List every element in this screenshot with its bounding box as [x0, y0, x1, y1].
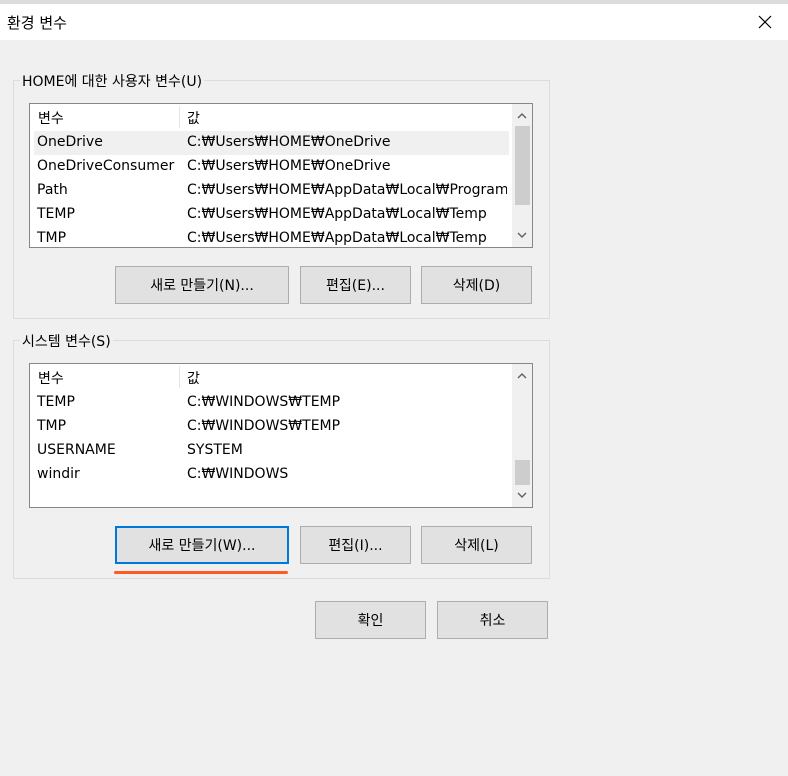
column-header-value[interactable]: 값	[187, 368, 200, 388]
table-row[interactable]: TEMP C:₩WINDOWS₩TEMP	[34, 391, 509, 415]
table-row[interactable]: OneDrive C:₩Users₩HOME₩OneDrive	[34, 131, 509, 155]
cancel-button[interactable]: 취소	[437, 601, 548, 639]
system-edit-button[interactable]: 편집(I)...	[300, 526, 411, 564]
system-variables-label: 시스템 변수(S)	[20, 331, 113, 351]
list-header: 변수 값	[30, 104, 510, 128]
column-header-variable[interactable]: 변수	[38, 108, 64, 128]
column-separator	[179, 106, 180, 128]
system-variables-list[interactable]: 변수 값 TEMP C:₩WINDOWS₩TEMP TMP C:₩WINDOWS…	[29, 363, 533, 508]
scroll-up-button[interactable]	[512, 366, 532, 386]
table-row[interactable]: TMP C:₩Users₩HOME₩AppData₩Local₩Temp	[34, 227, 509, 247]
user-edit-button[interactable]: 편집(E)...	[300, 266, 411, 304]
table-row[interactable]: USERNAME SYSTEM	[34, 439, 509, 463]
table-row[interactable]: windir C:₩WINDOWS	[34, 463, 509, 487]
close-button[interactable]	[742, 4, 788, 40]
scroll-thumb[interactable]	[515, 126, 530, 205]
chevron-down-icon	[517, 492, 527, 498]
annotation-underline	[114, 571, 288, 574]
user-variables-label: HOME에 대한 사용자 변수(U)	[20, 71, 205, 91]
chevron-up-icon	[517, 373, 527, 379]
table-row[interactable]: TMP C:₩WINDOWS₩TEMP	[34, 415, 509, 439]
scroll-down-button[interactable]	[512, 225, 532, 245]
chevron-down-icon	[517, 232, 527, 238]
system-delete-button[interactable]: 삭제(L)	[421, 526, 532, 564]
vertical-scrollbar[interactable]	[512, 364, 532, 507]
scroll-thumb[interactable]	[515, 460, 530, 485]
user-variables-list[interactable]: 변수 값 OneDrive C:₩Users₩HOME₩OneDrive One…	[29, 103, 533, 248]
user-new-button[interactable]: 새로 만들기(N)...	[115, 266, 289, 304]
scroll-down-button[interactable]	[512, 485, 532, 505]
table-row[interactable]: TEMP C:₩Users₩HOME₩AppData₩Local₩Temp	[34, 203, 509, 227]
table-row[interactable]: Path C:₩Users₩HOME₩AppData₩Local₩Program…	[34, 179, 509, 203]
column-header-value[interactable]: 값	[187, 108, 200, 128]
system-new-button[interactable]: 새로 만들기(W)...	[115, 526, 289, 564]
close-icon	[758, 15, 772, 29]
dialog-title: 환경 변수	[7, 14, 67, 32]
ok-button[interactable]: 확인	[315, 601, 426, 639]
vertical-scrollbar[interactable]	[512, 104, 532, 247]
chevron-up-icon	[517, 113, 527, 119]
list-header: 변수 값	[30, 364, 510, 388]
column-separator	[179, 366, 180, 388]
scroll-up-button[interactable]	[512, 106, 532, 126]
column-header-variable[interactable]: 변수	[38, 368, 64, 388]
title-bar: 환경 변수	[0, 4, 788, 40]
user-delete-button[interactable]: 삭제(D)	[421, 266, 532, 304]
table-row[interactable]: OneDriveConsumer C:₩Users₩HOME₩OneDrive	[34, 155, 509, 179]
